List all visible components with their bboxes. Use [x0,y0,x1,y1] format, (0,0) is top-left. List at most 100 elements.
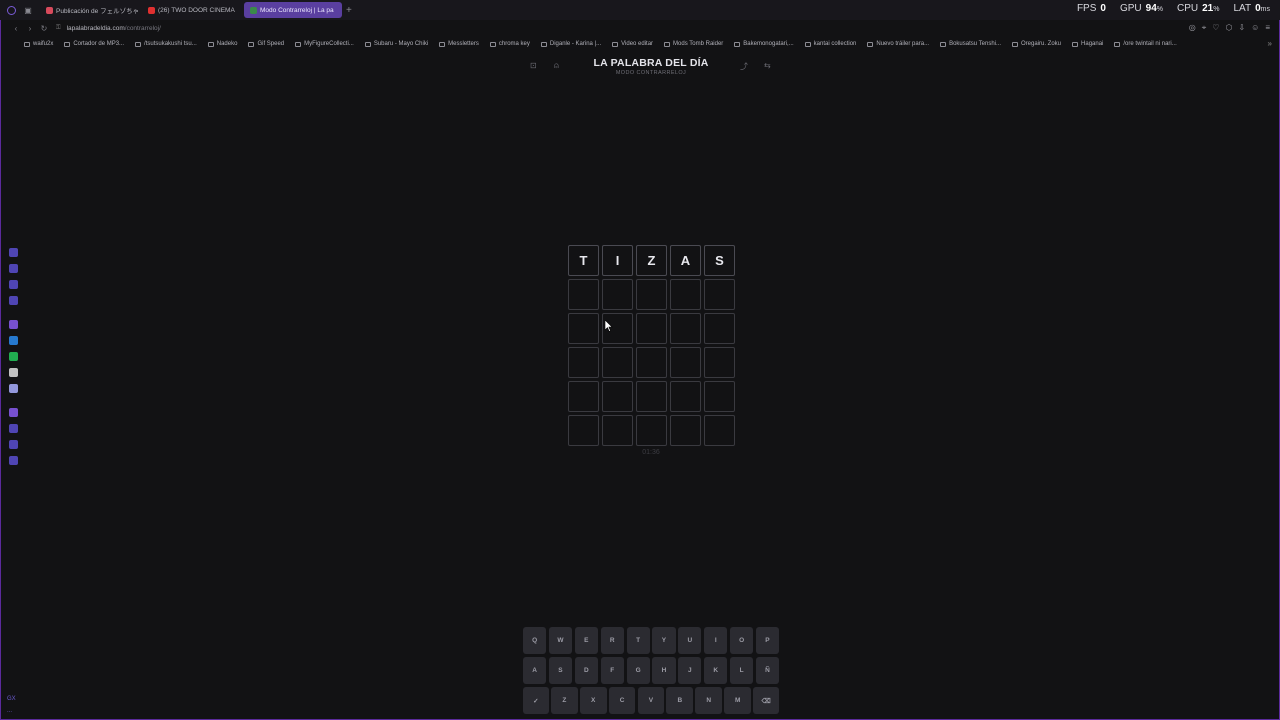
bookmark-label: Gif Speed [257,41,285,47]
metric-label: LAT [1233,3,1252,14]
url-field[interactable]: lapalabradeldia.com/contrarreloj/ [67,25,161,32]
bookmark-item[interactable]: Oregairu. Zoku [1012,41,1061,47]
key-x[interactable]: X [579,687,607,714]
key-f[interactable]: F [600,657,624,684]
key-r[interactable]: R [600,627,624,654]
grid-cell-r4-c1 [568,347,599,378]
bookmarks-more-icon[interactable]: » [1268,39,1272,48]
reload-icon[interactable]: ↻ [40,24,48,33]
bookmark-item[interactable]: Messletters [439,41,479,47]
back-icon[interactable]: ‹ [12,24,20,33]
bookmark-item[interactable]: Haganai [1072,41,1103,47]
bookmark-item[interactable]: Nuevo tráiler para... [867,41,929,47]
key-i[interactable]: I [704,627,728,654]
bookmark-item[interactable]: Nadeko [207,41,237,47]
ai-icon[interactable] [8,263,18,273]
key-v[interactable]: V [637,687,665,714]
key-a[interactable]: A [523,657,547,684]
key-l[interactable]: L [730,657,754,684]
bookmark-item[interactable]: Bokusatsu Tenshi... [940,41,1001,47]
bookmark-item[interactable]: chroma key [489,41,530,47]
key-p[interactable]: P [755,627,780,654]
bookmark-item[interactable]: Subaru - Mayo Chiki [364,41,428,47]
settings-icon[interactable]: ⇆ [764,61,771,70]
key-n[interactable]: N [695,687,723,714]
profile-icon[interactable]: ☺ [1251,23,1259,33]
downloads-icon[interactable]: ⇩ [1238,23,1245,33]
key-u[interactable]: U [678,627,702,654]
backspace-key[interactable]: ⌫ [753,687,779,714]
folder-icon [248,41,255,47]
key-t[interactable]: T [626,627,650,654]
stats-icon[interactable]: ⤴ [740,61,748,72]
history-icon[interactable] [8,423,18,433]
enter-key[interactable]: ✓ [523,687,549,714]
tab-1[interactable]: (26) TWO DOOR CINEMA [142,2,240,18]
key-o[interactable]: O [730,627,754,654]
bookmark-item[interactable]: Diganle - Karina |... [540,41,601,47]
tab-menu-icon[interactable]: ▣ [20,2,36,18]
new-tab-button[interactable]: + [346,5,352,16]
extensions-icon[interactable]: ⬡ [1225,23,1232,33]
opera-logo-icon[interactable] [7,5,16,15]
snapshot-icon[interactable]: ◎ [1189,23,1196,33]
grid-cell-r5-c1 [568,381,599,412]
key-e[interactable]: E [574,627,598,654]
toolbar-icons: ◎ ⌖ ♡ ⬡ ⇩ ☺ ≡ [1189,23,1270,33]
bookmark-item[interactable]: Bakemonogatari,... [734,41,794,47]
tab-0[interactable]: Publicación de フェルゾちゃん [40,2,138,18]
key-h[interactable]: H [652,657,676,684]
pinboard-icon[interactable] [8,295,18,305]
bookmark-item[interactable]: /tsutsukakushi tsu... [135,41,197,47]
key-k[interactable]: K [704,657,728,684]
bookmark-item[interactable]: waifu2x [24,41,53,47]
site-info-icon[interactable]: ⚿ [56,25,61,32]
key-b[interactable]: B [666,687,694,714]
bookmark-icon[interactable]: ♡ [1212,23,1219,33]
bookmark-item[interactable]: kantai collection [804,41,856,47]
keyboard-row: ASDFGHJKLÑ [523,657,780,684]
recent-icon[interactable] [8,247,18,257]
key-w[interactable]: W [548,627,573,654]
key-y[interactable]: Y [652,627,676,654]
key-s[interactable]: S [548,657,573,684]
bookmark-item[interactable]: Gif Speed [248,41,284,47]
bookmark-label: waifu2x [33,41,54,47]
bookmark-item[interactable]: Mods Tomb Raider [664,41,723,47]
key-j[interactable]: J [678,657,702,684]
tab-2[interactable]: Modo Contrarreloj | La pa [244,2,342,18]
x-icon[interactable] [8,367,18,377]
messenger-icon[interactable] [8,335,18,345]
key-z[interactable]: Z [550,687,578,714]
key-g[interactable]: G [626,657,650,684]
discord-icon[interactable] [8,383,18,393]
notes-icon[interactable] [8,407,18,417]
forward-icon[interactable]: › [26,24,34,33]
bookmark-label: Messletters [448,41,479,47]
key-enye[interactable]: Ñ [755,657,780,684]
bookmarks-icon[interactable] [8,439,18,449]
bookmark-item[interactable]: MyFigureCollecti... [295,41,354,47]
sidebar-more-button[interactable]: ... [7,708,16,714]
key-c[interactable]: C [608,687,636,714]
wallet-icon[interactable] [8,279,18,289]
bookmark-label: Video editar [621,41,654,47]
tab-label: Publicación de フェルゾちゃん [56,8,138,15]
gx-control-button[interactable]: GX [7,696,16,702]
metric-fps: FPS 0 [1077,3,1106,14]
twitch-icon[interactable] [8,319,18,329]
pin-icon[interactable]: ⌖ [1202,23,1207,33]
menu-icon[interactable]: ≡ [1265,23,1270,33]
grid-cell-r6-c5 [704,415,735,446]
bookmark-label: Bokusatsu Tenshi... [949,41,1001,47]
whatsapp-icon[interactable] [8,351,18,361]
key-d[interactable]: D [574,657,598,684]
bookmark-item[interactable]: Cortador de MP3... [64,41,124,47]
key-m[interactable]: M [724,687,752,714]
settings-icon[interactable] [8,455,18,465]
grid-cell-r4-c3 [636,347,667,378]
bookmark-item[interactable]: Video editar [612,41,653,47]
bookmark-item[interactable]: /ore twintail ni nari... [1114,41,1177,47]
folder-icon [439,41,446,47]
key-q[interactable]: Q [523,627,547,654]
